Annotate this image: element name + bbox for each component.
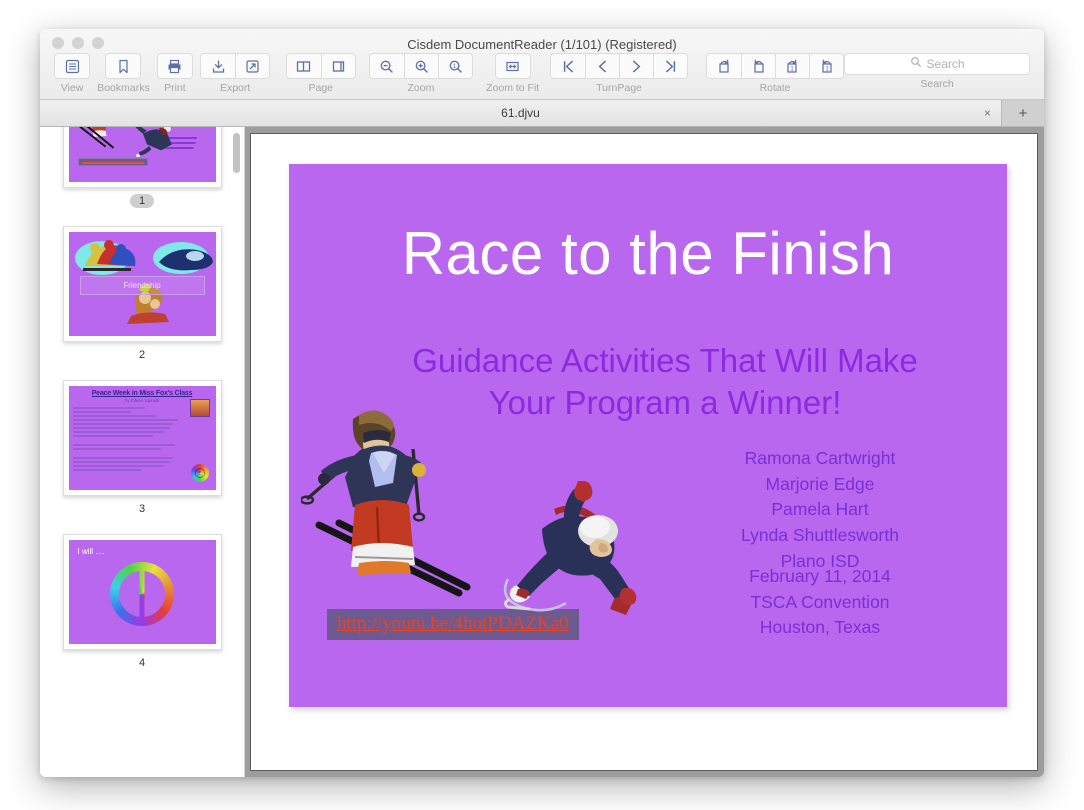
thumbnail-page-4: I will .... — [68, 540, 216, 644]
rotate-page-right-button[interactable]: 1 — [775, 54, 809, 78]
thumbnail-item[interactable]: Friendship 2 — [40, 226, 244, 362]
view-button[interactable] — [55, 54, 89, 78]
thumbnail-frame[interactable]: Peace Week in Miss Fox's Class by Eileen… — [62, 380, 222, 496]
thumbnail-number: 4 — [138, 657, 146, 669]
search-placeholder-text: Search — [926, 57, 965, 71]
thumb3-title: Peace Week in Miss Fox's Class — [91, 390, 193, 397]
search-input[interactable]: Search — [844, 53, 1031, 75]
presenter-list: Ramona Cartwright Marjorie Edge Pamela H… — [670, 446, 970, 575]
thumbnail-page-2: Friendship — [68, 232, 216, 336]
thumbnail-frame[interactable] — [62, 127, 222, 188]
document-tab-label: 61.djvu — [501, 106, 540, 120]
thumb3-book-image — [189, 399, 210, 417]
last-page-button[interactable] — [653, 54, 687, 78]
main-toolbar: View Bookmarks Print Export Page 1 Zoom … — [40, 53, 1044, 94]
toolbar-label-page: Page — [308, 82, 333, 94]
thumb2-friendship-band: Friendship — [79, 276, 205, 295]
thumbnail-item[interactable]: Peace Week in Miss Fox's Class by Eileen… — [40, 380, 244, 516]
export-share-button[interactable] — [235, 54, 269, 78]
toolbar-label-zoom: Zoom — [407, 82, 435, 94]
toolbar-label-turnpage: TurnPage — [596, 82, 642, 94]
thumb4-label: I will .... — [77, 547, 105, 556]
new-tab-button[interactable]: + — [1002, 100, 1044, 126]
event-info: February 11, 2014 TSCA Convention Housto… — [670, 564, 970, 641]
thumbnail-page-1 — [68, 127, 216, 182]
thumbnail-sidebar: 1 Friendship 2 Peace Week in Miss Fox's … — [40, 127, 245, 777]
toolbar-label-zoom-to-fit: Zoom to Fit — [486, 82, 540, 94]
toolbar-group-print: Print — [156, 53, 193, 94]
first-page-button[interactable] — [551, 54, 585, 78]
slide-title: Race to the Finish — [401, 220, 895, 287]
export-download-button[interactable] — [201, 54, 235, 78]
toolbar-group-export: Export — [200, 53, 271, 94]
toolbar-label-view: View — [60, 82, 84, 94]
toolbar-group-turnpage: TurnPage — [550, 53, 689, 94]
page-viewer-container: Race to the Finish Guidance Activities T… — [245, 127, 1044, 777]
thumbnail-item[interactable]: 1 — [40, 127, 244, 208]
toolbar-group-view: View — [54, 53, 90, 94]
toolbar-group-search: Search Search — [844, 53, 1031, 90]
thumb4-peace-icon — [110, 562, 174, 627]
toolbar-group-zoom: 1 Zoom — [368, 53, 473, 94]
thumb2-friendship-text: Friendship — [123, 281, 161, 290]
window-titlebar: Cisdem DocumentReader (1/101) (Registere… — [40, 29, 1044, 100]
toolbar-group-zoom-to-fit: Zoom to Fit — [486, 53, 539, 94]
presenter-name: Marjorie Edge — [765, 473, 875, 494]
zoom-out-button[interactable] — [370, 54, 404, 78]
toolbar-group-bookmarks: Bookmarks — [97, 53, 150, 94]
application-window: Cisdem DocumentReader (1/101) (Registere… — [40, 29, 1044, 777]
content-area: 1 Friendship 2 Peace Week in Miss Fox's … — [40, 127, 1044, 777]
event-name: TSCA Convention — [750, 591, 890, 612]
toolbar-label-search: Search — [920, 78, 954, 90]
slide-page: Race to the Finish Guidance Activities T… — [289, 164, 1007, 707]
two-page-view-button[interactable] — [287, 54, 321, 78]
zoom-in-button[interactable] — [403, 54, 438, 78]
thumb3-peace-icon — [190, 464, 209, 482]
rotate-page-left-button[interactable]: 1 — [809, 54, 843, 78]
skier-image — [301, 410, 471, 597]
thumbnail-frame[interactable]: I will .... — [62, 534, 222, 650]
thumbnail-number: 2 — [138, 349, 146, 361]
speed-skater-image — [503, 481, 637, 615]
thumbnail-number: 3 — [138, 503, 146, 515]
sidebar-scrollbar[interactable] — [232, 127, 241, 777]
toolbar-label-rotate: Rotate — [759, 82, 791, 94]
single-page-view-button[interactable] — [320, 54, 355, 78]
rotate-left-icon-button[interactable] — [741, 54, 775, 78]
toolbar-group-rotate: 1 1 Rotate — [706, 53, 845, 94]
bookmarks-button[interactable] — [106, 54, 140, 78]
sidebar-scrollbar-thumb[interactable] — [233, 133, 240, 173]
document-tab-bar: 61.djvu × + — [40, 100, 1044, 127]
toolbar-label-bookmarks: Bookmarks — [97, 82, 150, 94]
next-page-button[interactable] — [619, 54, 653, 78]
thumbnail-item[interactable]: I will .... 4 — [40, 534, 244, 670]
thumbnail-strip: 1 Friendship 2 Peace Week in Miss Fox's … — [40, 127, 244, 708]
toolbar-label-print: Print — [164, 82, 186, 94]
search-icon — [910, 55, 922, 73]
toolbar-label-export: Export — [219, 82, 251, 94]
close-tab-icon[interactable]: × — [984, 107, 991, 119]
presenter-name: Ramona Cartwright — [744, 448, 896, 468]
fit-width-button[interactable] — [496, 54, 530, 78]
page-viewer[interactable]: Race to the Finish Guidance Activities T… — [250, 133, 1038, 771]
event-location: Houston, Texas — [759, 617, 881, 638]
event-date: February 11, 2014 — [749, 566, 891, 586]
presenter-name: Lynda Shuttlesworth — [741, 525, 899, 546]
thumbnail-number: 1 — [129, 194, 155, 208]
thumbnail-frame[interactable]: Friendship — [62, 226, 222, 342]
thumb1-clipart — [78, 127, 172, 158]
slide-subtitle-line1: Guidance Activities That Will Make — [412, 342, 918, 379]
print-button[interactable] — [158, 54, 192, 78]
actual-size-button[interactable]: 1 — [437, 54, 472, 78]
document-tab[interactable]: 61.djvu × — [40, 100, 1002, 126]
rotate-right-icon-button[interactable] — [707, 54, 741, 78]
toolbar-group-page: Page — [285, 53, 356, 94]
thumbnail-page-3: Peace Week in Miss Fox's Class by Eileen… — [68, 386, 216, 490]
presenter-name: Pamela Hart — [771, 499, 869, 520]
window-title: Cisdem DocumentReader (1/101) (Registere… — [407, 37, 677, 52]
previous-page-button[interactable] — [585, 54, 619, 78]
